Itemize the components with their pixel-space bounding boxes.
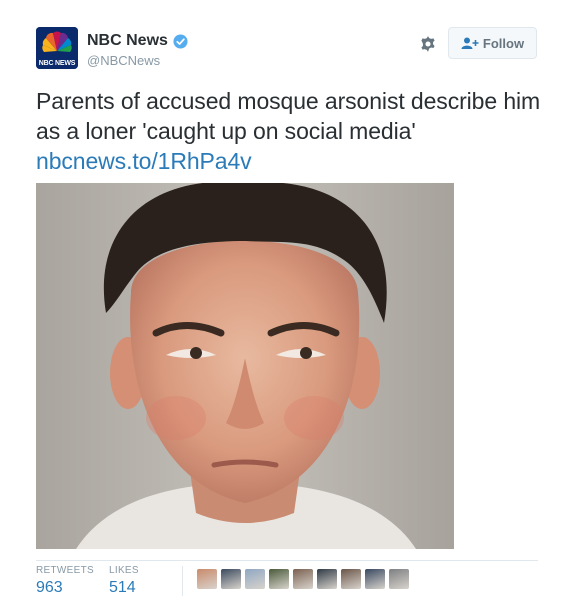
- tweet-photo[interactable]: [36, 183, 454, 549]
- liker-avatar[interactable]: [389, 569, 409, 589]
- avatar-logo-text: NBC NEWS: [38, 60, 76, 67]
- verified-badge-icon: [173, 33, 188, 49]
- likes-stat[interactable]: LIKES 514: [109, 565, 139, 597]
- retweets-count: 963: [36, 579, 63, 596]
- add-user-icon: [461, 37, 479, 49]
- liker-avatar[interactable]: [197, 569, 217, 589]
- tweet-link[interactable]: nbcnews.to/1RhPa4v: [36, 148, 252, 174]
- tweet-text: Parents of accused mosque arsonist descr…: [36, 86, 546, 176]
- liker-avatar[interactable]: [245, 569, 265, 589]
- liker-avatar[interactable]: [365, 569, 385, 589]
- tweet-card: NBC NEWS NBC News @NBCNews Follow Parent…: [0, 0, 571, 601]
- account-name-row: NBC News: [87, 32, 188, 50]
- follow-button-label: Follow: [482, 35, 525, 51]
- liker-avatar[interactable]: [341, 569, 361, 589]
- likes-count: 514: [109, 579, 136, 596]
- stats-divider: [36, 560, 538, 561]
- tweet-body: Parents of accused mosque arsonist descr…: [36, 88, 541, 144]
- follow-button[interactable]: Follow: [448, 27, 537, 59]
- gear-icon[interactable]: [419, 35, 437, 53]
- liker-avatar[interactable]: [293, 569, 313, 589]
- stats-separator: [182, 566, 183, 596]
- mugshot-photo-illustration: [36, 183, 454, 549]
- liker-avatar[interactable]: [221, 569, 241, 589]
- retweets-label: RETWEETS: [36, 565, 94, 576]
- account-display-name[interactable]: NBC News: [87, 32, 168, 50]
- liker-avatars: [197, 569, 413, 589]
- liker-avatar[interactable]: [269, 569, 289, 589]
- account-avatar[interactable]: NBC NEWS: [36, 27, 78, 69]
- account-handle[interactable]: @NBCNews: [87, 53, 160, 68]
- likes-label: LIKES: [109, 565, 139, 576]
- liker-avatar[interactable]: [317, 569, 337, 589]
- retweets-stat[interactable]: RETWEETS 963: [36, 565, 94, 597]
